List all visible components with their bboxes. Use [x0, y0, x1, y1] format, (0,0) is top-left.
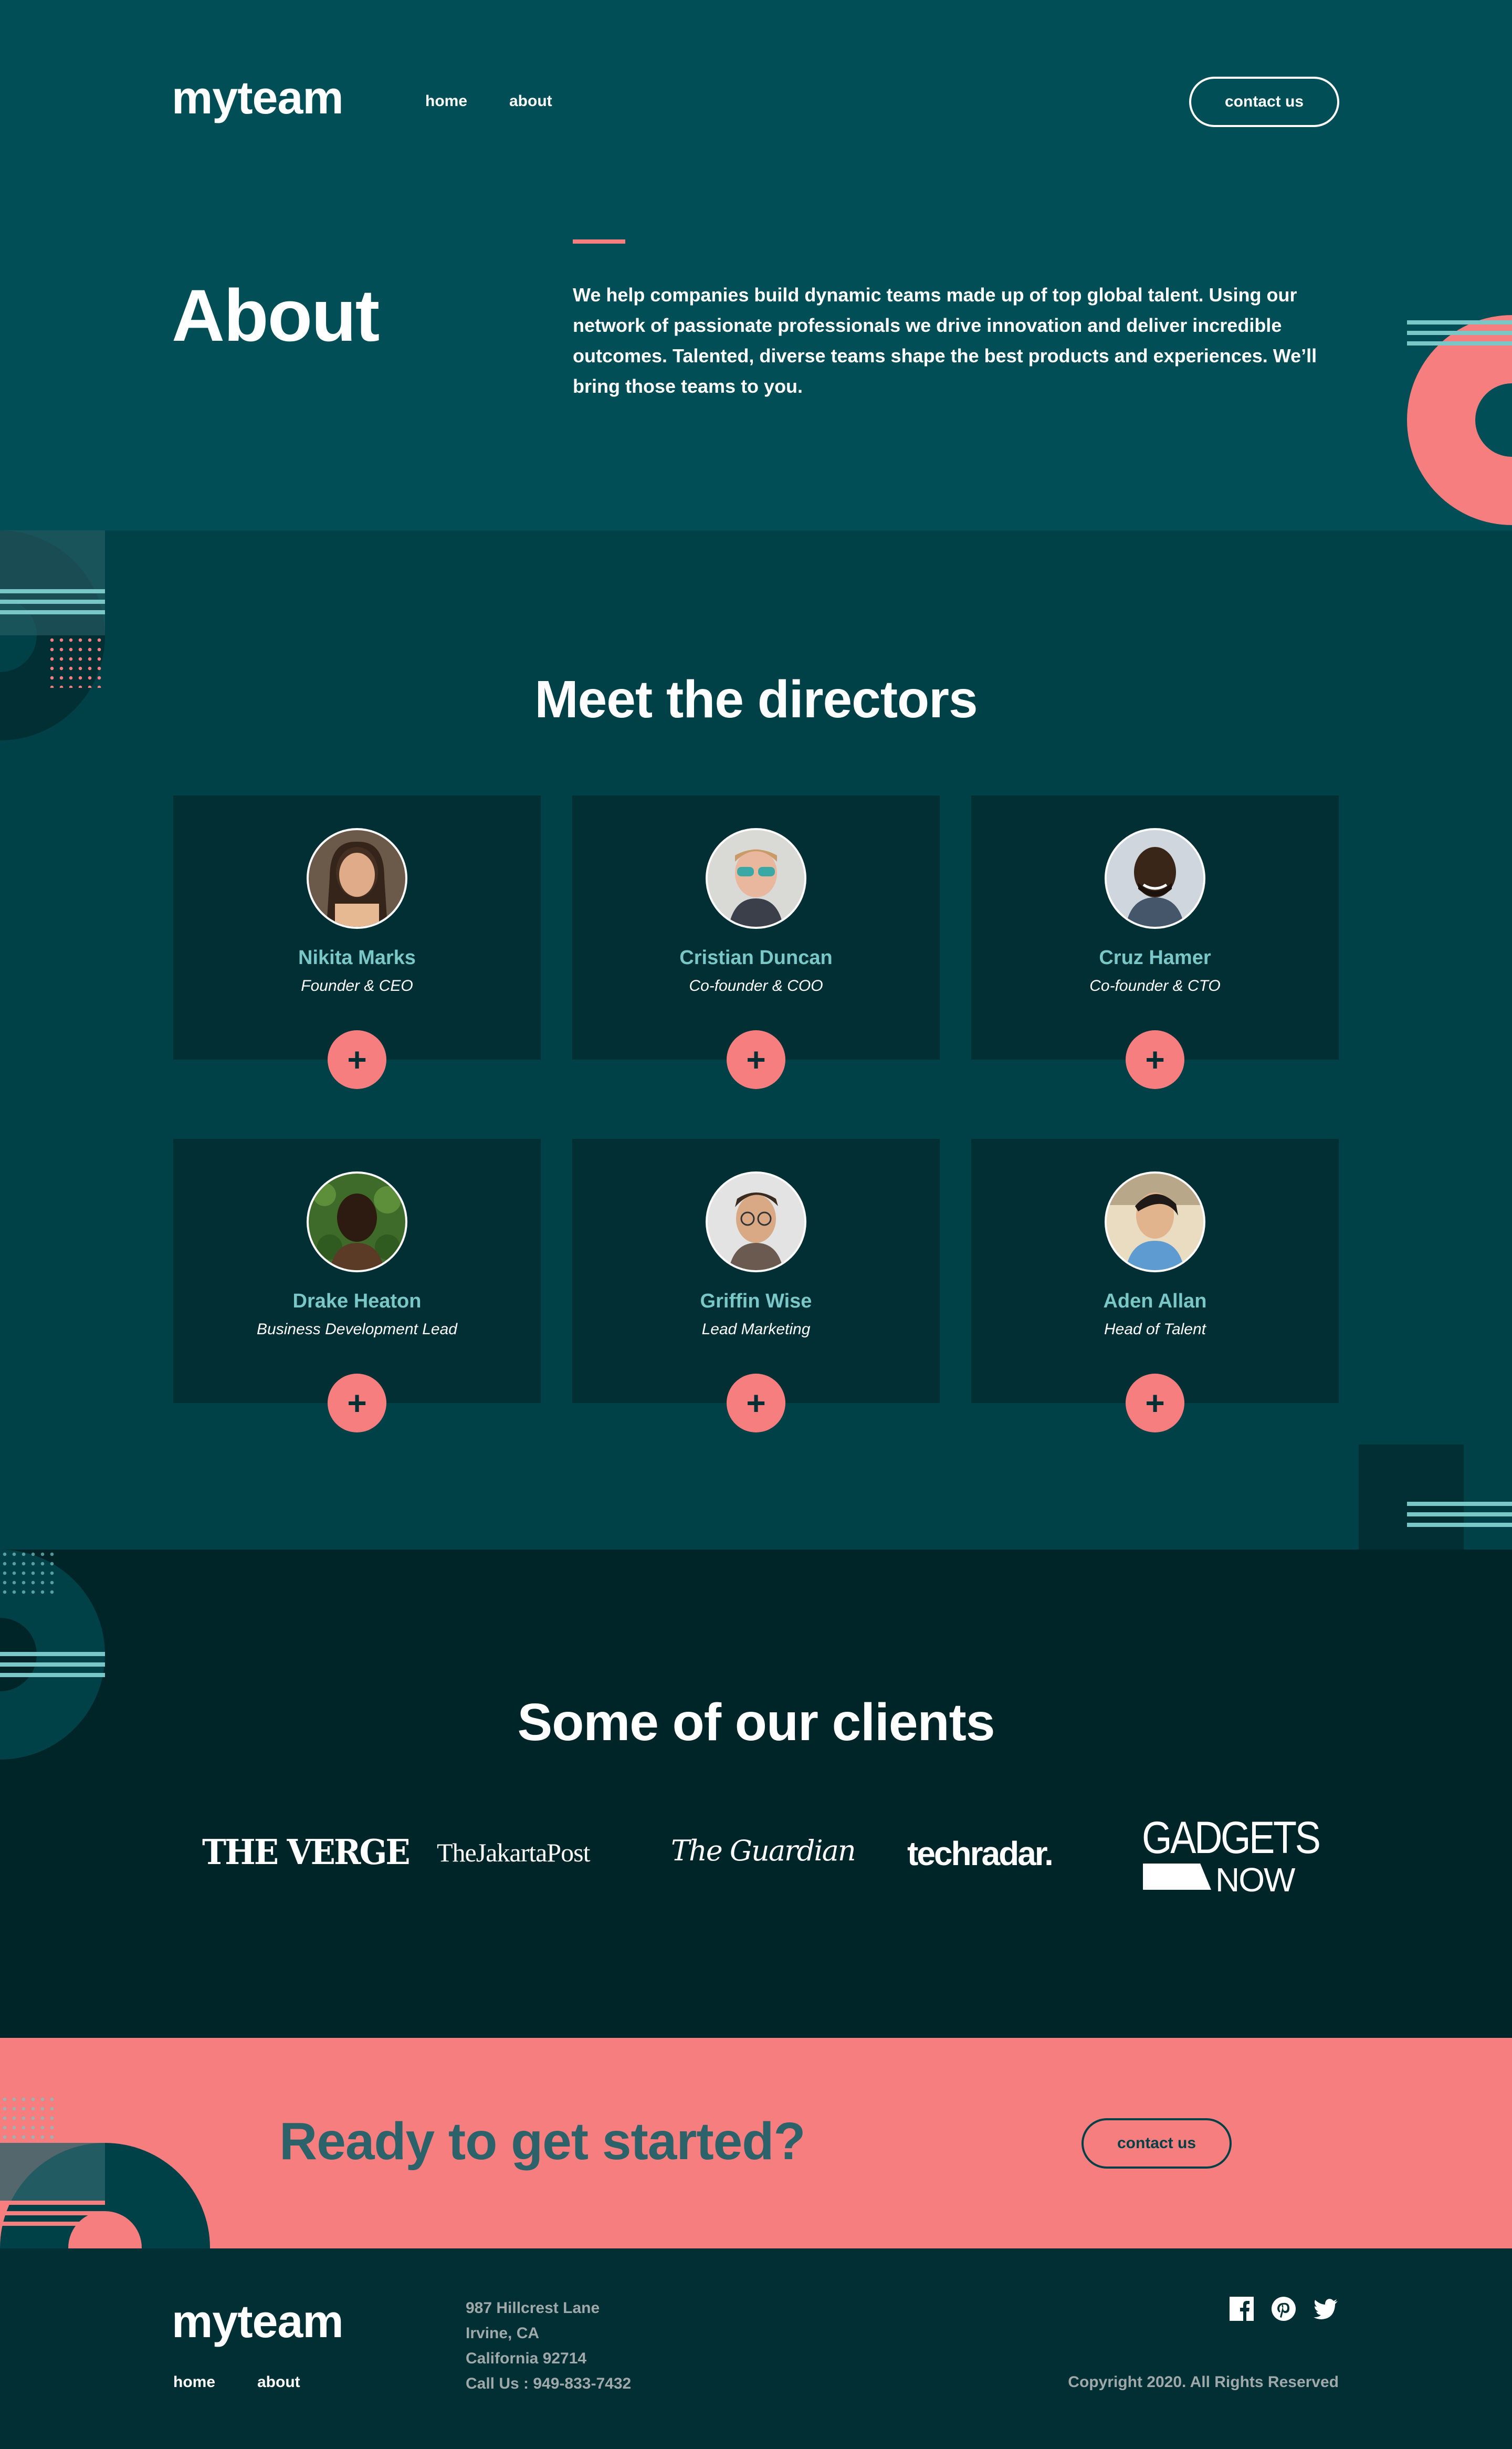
- director-role: Co-founder & COO: [689, 977, 823, 995]
- expand-button[interactable]: +: [1126, 1030, 1184, 1089]
- nav-home-link[interactable]: home: [425, 92, 467, 110]
- director-card: Aden Allan Head of Talent +: [971, 1139, 1339, 1432]
- director-card: Nikita Marks Founder & CEO +: [173, 796, 541, 1089]
- hero-description: We help companies build dynamic teams ma…: [573, 284, 1317, 397]
- avatar: [307, 1171, 407, 1272]
- cta-stripes-decoration: [0, 2201, 105, 2232]
- directors-section: Meet the directors Nikita Marks Founder …: [0, 530, 1512, 1550]
- phone-line: Call Us : 949-833-7432: [466, 2375, 632, 2392]
- now-text: NOW: [1215, 1861, 1295, 1899]
- twitter-icon[interactable]: [1312, 2296, 1339, 2322]
- director-role: Head of Talent: [1104, 1321, 1206, 1338]
- cta-contact-button[interactable]: contact us: [1082, 2118, 1232, 2169]
- directors-title: Meet the directors: [534, 670, 978, 729]
- expand-button[interactable]: +: [727, 1374, 785, 1432]
- director-card: Cristian Duncan Co-founder & COO +: [572, 796, 940, 1089]
- director-name: Cristian Duncan: [679, 947, 833, 969]
- footer-logo[interactable]: myteam: [172, 2295, 344, 2348]
- accent-rule: [573, 239, 625, 244]
- gadgets-text: GADGETS: [1142, 1813, 1321, 1863]
- clients-dots-decoration: [0, 1550, 58, 1597]
- clients-title: Some of our clients: [517, 1693, 995, 1752]
- director-card: Griffin Wise Lead Marketing +: [572, 1139, 940, 1432]
- avatar: [307, 828, 407, 929]
- copyright-text: Copyright 2020. All Rights Reserved: [1068, 2373, 1339, 2391]
- cta-title: Ready to get started?: [279, 2112, 805, 2171]
- cta-decoration: [0, 2143, 210, 2248]
- director-role: Co-founder & CTO: [1089, 977, 1221, 995]
- director-role: Business Development Lead: [257, 1321, 457, 1338]
- client-logo-jakarta-post: TheJakartaPost: [437, 1838, 590, 1867]
- directors-corner-decoration: [1359, 1445, 1464, 1550]
- director-name: Nikita Marks: [298, 947, 416, 969]
- address-line: Irvine, CA: [466, 2325, 540, 2342]
- brand-logo[interactable]: myteam: [172, 71, 344, 124]
- avatar: [1105, 828, 1205, 929]
- cta-section: Ready to get started? contact us: [0, 2038, 1512, 2248]
- expand-button[interactable]: +: [727, 1030, 785, 1089]
- hero-section: myteam home about contact us About We he…: [0, 0, 1512, 530]
- nav-about-link[interactable]: about: [509, 92, 552, 110]
- client-logo-techradar: techradar.: [907, 1835, 1054, 1872]
- pinterest-icon[interactable]: [1270, 2296, 1297, 2322]
- address-line: California 92714: [466, 2350, 587, 2367]
- footer-about-link[interactable]: about: [257, 2373, 300, 2391]
- avatar: [706, 1171, 806, 1272]
- footer-home-link[interactable]: home: [173, 2373, 215, 2391]
- director-card: Cruz Hamer Co-founder & CTO +: [971, 796, 1339, 1089]
- expand-button[interactable]: +: [1126, 1374, 1184, 1432]
- address-line: 987 Hillcrest Lane: [466, 2299, 600, 2317]
- director-card: Drake Heaton Business Development Lead +: [173, 1139, 541, 1432]
- expand-button[interactable]: +: [328, 1374, 386, 1432]
- footer: myteam home about 987 Hillcrest Lane Irv…: [0, 2248, 1512, 2449]
- director-name: Cruz Hamer: [1099, 947, 1211, 969]
- client-logo-guardian: The Guardian: [671, 1834, 856, 1867]
- clients-stripes-decoration: [0, 1652, 105, 1683]
- facebook-icon[interactable]: [1228, 2296, 1255, 2322]
- gadgets-bar: [1143, 1864, 1211, 1890]
- director-name: Drake Heaton: [292, 1290, 422, 1312]
- director-role: Lead Marketing: [701, 1321, 811, 1338]
- client-logo-the-verge: THE VERGE: [202, 1832, 411, 1872]
- cta-dots-decoration: [0, 2095, 58, 2142]
- header-contact-button[interactable]: contact us: [1189, 77, 1339, 127]
- director-role: Founder & CEO: [301, 977, 413, 995]
- avatar: [706, 828, 806, 929]
- directors-stripes-decoration: [0, 589, 105, 621]
- page-title: About: [172, 274, 380, 357]
- avatar: [1105, 1171, 1205, 1272]
- director-name: Griffin Wise: [700, 1290, 812, 1312]
- expand-button[interactable]: +: [328, 1030, 386, 1089]
- hero-stripes-decoration: [1407, 320, 1512, 352]
- clients-section: Some of our clients THE VERGE TheJakarta…: [0, 1550, 1512, 2038]
- director-name: Aden Allan: [1103, 1290, 1207, 1312]
- client-logo-gadgets-now: GADGETS NOW: [1142, 1812, 1321, 1899]
- directors-corner-stripes: [1407, 1502, 1512, 1533]
